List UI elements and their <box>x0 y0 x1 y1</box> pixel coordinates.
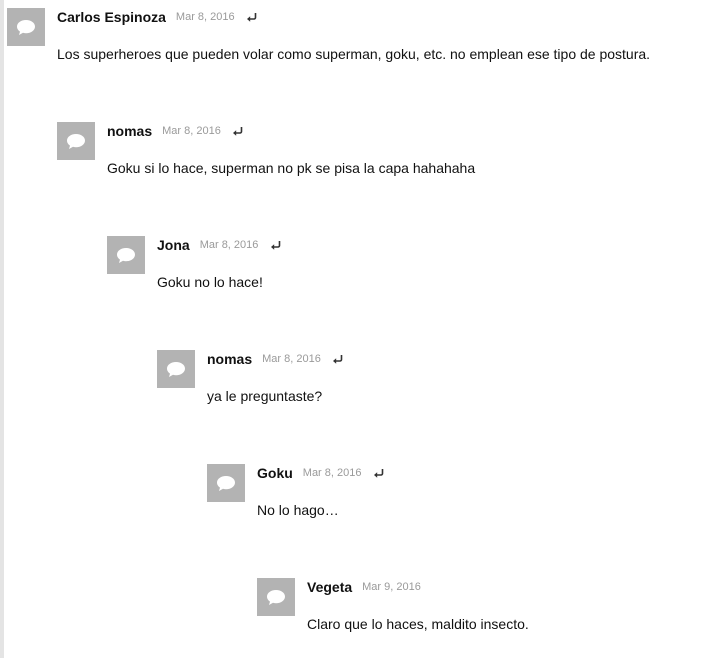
reply-arrow-icon[interactable] <box>269 239 281 251</box>
comment-text: Goku si lo hace, superman no pk se pisa … <box>107 160 476 176</box>
comment-date[interactable]: Mar 9, 2016 <box>362 581 421 593</box>
reply-arrow-icon[interactable] <box>372 467 384 479</box>
avatar <box>157 350 195 388</box>
comment-meta: nomas Mar 8, 2016 <box>207 350 344 368</box>
comment-meta: nomas Mar 8, 2016 <box>107 122 244 140</box>
comment-date[interactable]: Mar 8, 2016 <box>262 353 321 365</box>
comment-meta: Jona Mar 8, 2016 <box>157 236 281 254</box>
reply-arrow-icon[interactable] <box>246 11 258 23</box>
comment-date[interactable]: Mar 8, 2016 <box>200 239 259 251</box>
comment-date[interactable]: Mar 8, 2016 <box>176 11 235 23</box>
comment-text: Goku no lo hace! <box>157 274 263 290</box>
comment-text: Claro que lo haces, maldito insecto. <box>307 616 529 632</box>
comment-bubble-icon <box>66 133 86 150</box>
avatar <box>257 578 295 616</box>
comment-author[interactable]: nomas <box>107 123 152 139</box>
comment-bubble-icon <box>16 19 36 36</box>
comment-bubble-icon <box>216 475 236 492</box>
comment-meta: Carlos Espinoza Mar 8, 2016 <box>57 8 258 26</box>
comment-text: No lo hago… <box>257 502 339 518</box>
thread-border <box>0 0 4 658</box>
comment-meta: Vegeta Mar 9, 2016 <box>307 578 421 596</box>
comment-bubble-icon <box>266 589 286 606</box>
comment-author[interactable]: nomas <box>207 351 252 367</box>
comment-bubble-icon <box>166 361 186 378</box>
comment-date[interactable]: Mar 8, 2016 <box>303 467 362 479</box>
comment-meta: Goku Mar 8, 2016 <box>257 464 384 482</box>
reply-arrow-icon[interactable] <box>232 125 244 137</box>
comment-author[interactable]: Goku <box>257 465 293 481</box>
avatar <box>107 236 145 274</box>
comment-author[interactable]: Carlos Espinoza <box>57 9 166 25</box>
comment-author[interactable]: Jona <box>157 237 190 253</box>
comment-text: ya le preguntaste? <box>207 388 323 404</box>
avatar <box>207 464 245 502</box>
comment-author[interactable]: Vegeta <box>307 579 352 595</box>
comment-bubble-icon <box>116 247 136 264</box>
reply-arrow-icon[interactable] <box>332 353 344 365</box>
comment-date[interactable]: Mar 8, 2016 <box>162 125 221 137</box>
avatar <box>7 8 45 46</box>
avatar <box>57 122 95 160</box>
comment-text: Los superheroes que pueden volar como su… <box>57 46 651 62</box>
